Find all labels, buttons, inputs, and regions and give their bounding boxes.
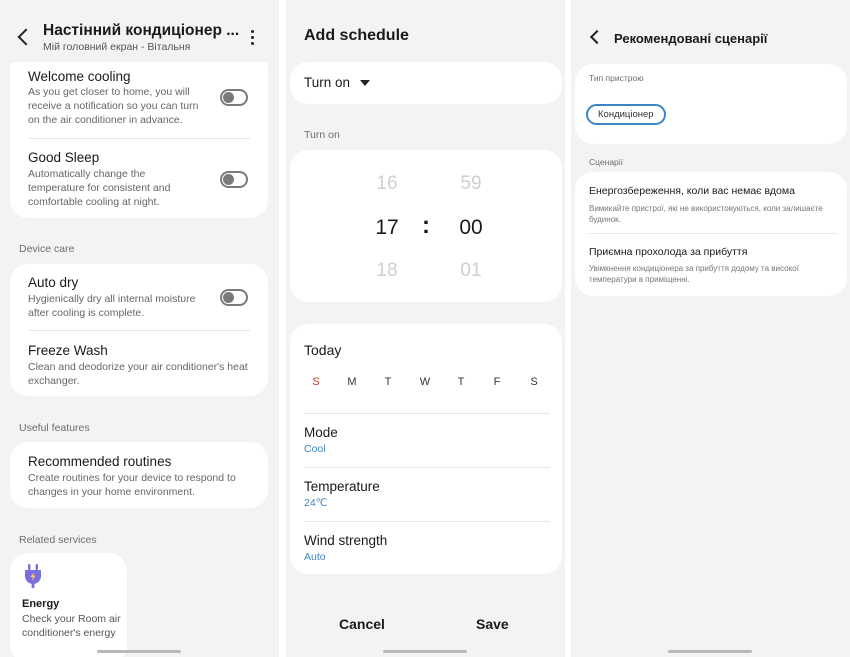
day-wednesday[interactable]: W [418,376,432,388]
energy-title: Energy [22,598,60,610]
turn-on-section-label: Turn on [304,129,340,141]
welcome-cooling-toggle[interactable] [220,89,248,106]
device-location: Мій головний екран - Вітальня [43,41,191,53]
auto-dry-title: Auto dry [28,275,79,290]
recommended-routines-desc: Create routines for your device to respo… [28,472,236,498]
device-care-card: Auto dry Hygienically dry all internal m… [10,264,268,396]
recommended-routines-title: Recommended routines [28,454,172,469]
day-saturday[interactable]: S [527,376,541,388]
day-friday[interactable]: F [490,376,504,388]
temperature-item[interactable]: Temperature 24℃ [290,470,562,520]
auto-dry-item[interactable]: Auto dry Hygienically dry all internal m… [10,264,210,328]
back-arrow-icon[interactable] [17,28,35,46]
divider [28,330,250,331]
page-title: Рекомендовані сценарії [614,31,768,46]
dropdown-caret-icon [360,80,370,86]
energy-plug-icon [25,564,41,588]
day-thursday[interactable]: T [454,376,468,388]
home-indicator[interactable] [383,650,467,653]
device-type-card: Тип пристрою Кондиціонер [575,64,847,144]
hour-next[interactable]: 18 [367,260,407,282]
today-label: Today [304,342,342,358]
good-sleep-desc: Automatically change the temperature for… [28,168,171,208]
hour-prev[interactable]: 16 [367,173,407,195]
scenario-title: Приємна прохолода за прибуття [589,246,748,258]
wind-strength-label: Wind strength [304,533,388,548]
recommended-routines-card[interactable]: Recommended routines Create routines for… [10,442,268,508]
welcome-cooling-title: Welcome cooling [28,69,131,84]
useful-features-section-label: Useful features [19,422,90,434]
related-services-section-label: Related services [19,534,97,546]
mode-item[interactable]: Mode Cool [290,416,562,466]
time-picker: 16 17 18 : 59 00 01 [290,150,562,302]
minute-prev[interactable]: 59 [451,173,491,195]
device-type-label: Тип пристрою [589,73,644,83]
add-schedule-screen: Add schedule Turn on Turn on 16 17 18 : … [286,0,565,657]
mode-label: Mode [304,425,338,440]
good-sleep-title: Good Sleep [28,150,100,165]
scenario-item[interactable]: Енергозбереження, коли вас немає вдома В… [575,172,847,230]
freeze-wash-desc: Clean and deodorize your air conditioner… [28,361,248,387]
device-type-chip[interactable]: Кондиціонер [586,104,666,125]
action-dropdown-value: Turn on [304,75,351,90]
welcome-cooling-desc: As you get closer to home, you will rece… [28,86,199,126]
device-settings-screen: Настінний кондиціонер ... Мій головний е… [0,0,279,657]
scenario-title: Енергозбереження, коли вас немає вдома [589,185,795,197]
minute-selected[interactable]: 00 [451,216,491,240]
save-button[interactable]: Save [476,616,509,632]
divider [304,467,550,468]
time-separator: : [422,212,430,239]
good-sleep-toggle[interactable] [220,171,248,188]
page-title: Add schedule [304,27,409,44]
hour-selected[interactable]: 17 [367,216,407,240]
scenarios-card: Енергозбереження, коли вас немає вдома В… [575,172,847,296]
minute-next[interactable]: 01 [451,260,491,282]
freeze-wash-title: Freeze Wash [28,343,108,358]
wind-strength-item[interactable]: Wind strength Auto [290,524,562,572]
mode-value: Cool [304,443,326,455]
back-arrow-icon[interactable] [589,29,605,45]
wind-strength-value: Auto [304,551,326,563]
scenario-desc: Увімкнення кондиціонера за прибуття додо… [589,264,799,284]
temperature-label: Temperature [304,479,380,494]
energy-desc: Check your Room air conditioner's energy [22,613,121,639]
scenario-desc: Вимикайте пристрої, які не використовуют… [589,204,823,224]
day-monday[interactable]: M [345,376,359,388]
auto-dry-desc: Hygienically dry all internal moisture a… [28,293,196,319]
day-tuesday[interactable]: T [381,376,395,388]
action-dropdown[interactable]: Turn on [290,62,562,104]
more-options-icon[interactable] [251,30,255,48]
energy-service-card[interactable]: Energy Check your Room air conditioner's… [10,553,127,657]
device-care-section-label: Device care [19,243,75,255]
temperature-value: 24℃ [304,497,328,509]
home-indicator[interactable] [97,650,181,653]
auto-dry-toggle[interactable] [220,289,248,306]
divider [589,233,837,234]
cancel-button[interactable]: Cancel [339,616,385,632]
divider [304,413,550,414]
freeze-wash-item[interactable]: Freeze Wash Clean and deodorize your air… [10,334,268,394]
divider [304,521,550,522]
good-sleep-item[interactable]: Good Sleep Automatically change the temp… [10,142,210,214]
home-indicator[interactable] [668,650,752,653]
features-card: Welcome cooling As you get closer to hom… [10,62,268,218]
device-title: Настінний кондиціонер ... [43,22,240,39]
scenario-item[interactable]: Приємна прохолода за прибуття Увімкнення… [575,236,847,294]
schedule-options-card: Today S M T W T F S Mode Cool Temperatur… [290,324,562,574]
welcome-cooling-item[interactable]: Welcome cooling As you get closer to hom… [10,62,210,138]
day-sunday[interactable]: S [309,376,323,388]
recommended-scenarios-screen: Рекомендовані сценарії Тип пристрою Конд… [571,0,850,657]
scenarios-section-label: Сценарії [589,157,624,167]
divider [28,138,250,139]
